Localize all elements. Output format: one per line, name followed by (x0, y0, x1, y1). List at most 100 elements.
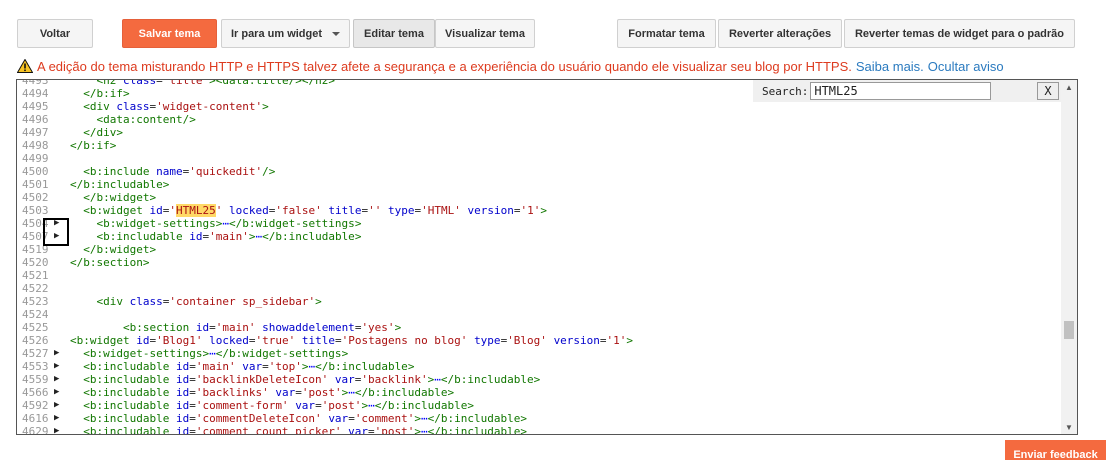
line-content: <div class='widget-content'> (83, 100, 269, 113)
edit-theme-button[interactable]: Editar tema (353, 19, 435, 48)
line-number: 4520 (22, 256, 49, 269)
scroll-up-arrow-icon[interactable]: ▲ (1061, 80, 1077, 94)
search-bar: Search: X (753, 80, 1062, 102)
preview-theme-button[interactable]: Visualizar tema (435, 19, 535, 48)
line-content: <b:includable id='backlinkDeleteIcon' va… (83, 373, 541, 386)
hide-warning-link[interactable]: Ocultar aviso (928, 59, 1004, 74)
save-theme-button[interactable]: Salvar tema (122, 19, 217, 48)
line-content: </b:widget> (83, 243, 157, 256)
line-content: <b:includable id='backlinks' var='post'>… (83, 386, 455, 399)
line-content: <b:section id='main' showaddelement='yes… (122, 321, 402, 334)
fold-arrow-icon[interactable]: ▶ (54, 386, 64, 399)
line-number: 4526 (22, 334, 49, 347)
fold-arrow-icon[interactable]: ▶ (54, 412, 64, 425)
revert-changes-button[interactable]: Reverter alterações (718, 19, 842, 48)
line-content: <div class='container sp_sidebar'> (96, 295, 322, 308)
vertical-scrollbar[interactable]: ▲ ▼ (1061, 80, 1077, 434)
line-content: </div> (83, 126, 123, 139)
goto-widget-dropdown[interactable]: Ir para um widget (221, 19, 350, 48)
line-number: 4499 (22, 152, 49, 165)
line-number: 4501 (22, 178, 49, 191)
revert-widgets-button[interactable]: Reverter temas de widget para o padrão (844, 19, 1075, 48)
search-close-button[interactable]: X (1037, 82, 1059, 100)
warning-triangle-icon (17, 59, 33, 73)
code-editor[interactable]: 4493 <h2 class='title'><data:title/></h2… (16, 79, 1078, 435)
code-line[interactable]: 4499 (17, 152, 1061, 165)
fold-highlight-box (43, 218, 69, 246)
code-line[interactable]: 4496 <data:content/> (17, 113, 1061, 126)
line-number: 4495 (22, 100, 49, 113)
code-line[interactable]: 4519 </b:widget> (17, 243, 1061, 256)
code-line[interactable]: 4521 (17, 269, 1061, 282)
line-content: </b:includable> (70, 178, 170, 191)
code-line[interactable]: 4507 ▶ <b:includable id='main'>⋯</b:inclu… (17, 230, 1061, 243)
line-content: <b:widget id='Blog1' locked='true' title… (70, 334, 634, 347)
line-content: <b:widget id='HTML25' locked='false' tit… (83, 204, 547, 217)
line-number: 4502 (22, 191, 49, 204)
line-content: <data:content/> (96, 113, 196, 126)
code-line[interactable]: 4525 <b:section id='main' showaddelement… (17, 321, 1061, 334)
code-line[interactable]: 4553 ▶ <b:includable id='main' var='top'>… (17, 360, 1061, 373)
code-line[interactable]: 4504 ▶ <b:widget-settings>⋯</b:widget-set… (17, 217, 1061, 230)
fold-arrow-icon[interactable]: ▶ (54, 425, 64, 434)
line-content: <b:includable id='main' var='top'>⋯</b:i… (83, 360, 415, 373)
line-content: <b:includable id='comment_count_picker' … (83, 425, 528, 434)
line-content: <b:includable id='comment-form' var='pos… (83, 399, 475, 412)
line-number: 4494 (22, 87, 49, 100)
code-line[interactable]: 4566 ▶ <b:includable id='backlinks' var='… (17, 386, 1061, 399)
format-theme-button[interactable]: Formatar tema (617, 19, 716, 48)
chevron-down-icon (332, 31, 341, 36)
line-number: 4500 (22, 165, 49, 178)
code-line[interactable]: 4523 <div class='container sp_sidebar'> (17, 295, 1061, 308)
code-line[interactable]: 4616 ▶ <b:includable id='commentDeleteIco… (17, 412, 1061, 425)
code-line[interactable]: 4527 ▶ <b:widget-settings>⋯</b:widget-set… (17, 347, 1061, 360)
back-button[interactable]: Voltar (17, 19, 93, 48)
code-line[interactable]: 4497 </div> (17, 126, 1061, 139)
code-line[interactable]: 4629 ▶ <b:includable id='comment_count_pi… (17, 425, 1061, 434)
line-number: 4524 (22, 308, 49, 321)
line-content: <b:includable id='commentDeleteIcon' var… (83, 412, 528, 425)
scrollbar-thumb[interactable] (1064, 321, 1074, 339)
send-feedback-button[interactable]: Enviar feedback (1005, 440, 1106, 460)
line-content: <b:include name='quickedit'/> (83, 165, 276, 178)
code-line[interactable]: 4498 </b:if> (17, 139, 1061, 152)
scroll-down-arrow-icon[interactable]: ▼ (1061, 420, 1077, 434)
code-line[interactable]: 4503 <b:widget id='HTML25' locked='false… (17, 204, 1061, 217)
line-content: <b:includable id='main'>⋯</b:includable> (96, 230, 362, 243)
code-line[interactable]: 4520 </b:section> (17, 256, 1061, 269)
code-line[interactable]: 4500 <b:include name='quickedit'/> (17, 165, 1061, 178)
goto-widget-label: Ir para um widget (230, 27, 323, 40)
line-number: 4497 (22, 126, 49, 139)
line-content: </b:if> (70, 139, 117, 152)
line-number: 4503 (22, 204, 49, 217)
fold-arrow-icon[interactable]: ▶ (54, 360, 64, 373)
line-number: 4493 (22, 80, 49, 87)
line-number: 4523 (22, 295, 49, 308)
line-content: <b:widget-settings>⋯</b:widget-settings> (96, 217, 362, 230)
code-line[interactable]: 4524 (17, 308, 1061, 321)
line-content: </b:if> (83, 87, 130, 100)
line-content: </b:widget> (83, 191, 157, 204)
line-number: 4522 (22, 282, 49, 295)
warning-message: A edição do tema misturando HTTP e HTTPS… (37, 58, 852, 74)
fold-arrow-icon[interactable]: ▶ (54, 373, 64, 386)
line-number: 4496 (22, 113, 49, 126)
line-number: 4525 (22, 321, 49, 334)
search-input[interactable] (810, 82, 992, 100)
line-content: <h2 class='title'><data:title/></h2> (96, 80, 335, 87)
learn-more-link[interactable]: Saiba mais. (856, 59, 924, 74)
code-line[interactable]: 4526 <b:widget id='Blog1' locked='true' t… (17, 334, 1061, 347)
line-number: 4498 (22, 139, 49, 152)
code-area[interactable]: 4493 <h2 class='title'><data:title/></h2… (17, 80, 1061, 434)
code-line[interactable]: 4592 ▶ <b:includable id='comment-form' va… (17, 399, 1061, 412)
code-line[interactable]: 4559 ▶ <b:includable id='backlinkDeleteIc… (17, 373, 1061, 386)
fold-arrow-icon[interactable]: ▶ (54, 347, 64, 360)
code-line[interactable]: 4522 (17, 282, 1061, 295)
code-line[interactable]: 4502 </b:widget> (17, 191, 1061, 204)
fold-arrow-icon[interactable]: ▶ (54, 399, 64, 412)
line-content: </b:section> (70, 256, 150, 269)
code-line[interactable]: 4501 </b:includable> (17, 178, 1061, 191)
line-content: <b:widget-settings>⋯</b:widget-settings> (83, 347, 349, 360)
line-number: 4521 (22, 269, 49, 282)
mixed-content-warning: A edição do tema misturando HTTP e HTTPS… (17, 58, 1004, 74)
